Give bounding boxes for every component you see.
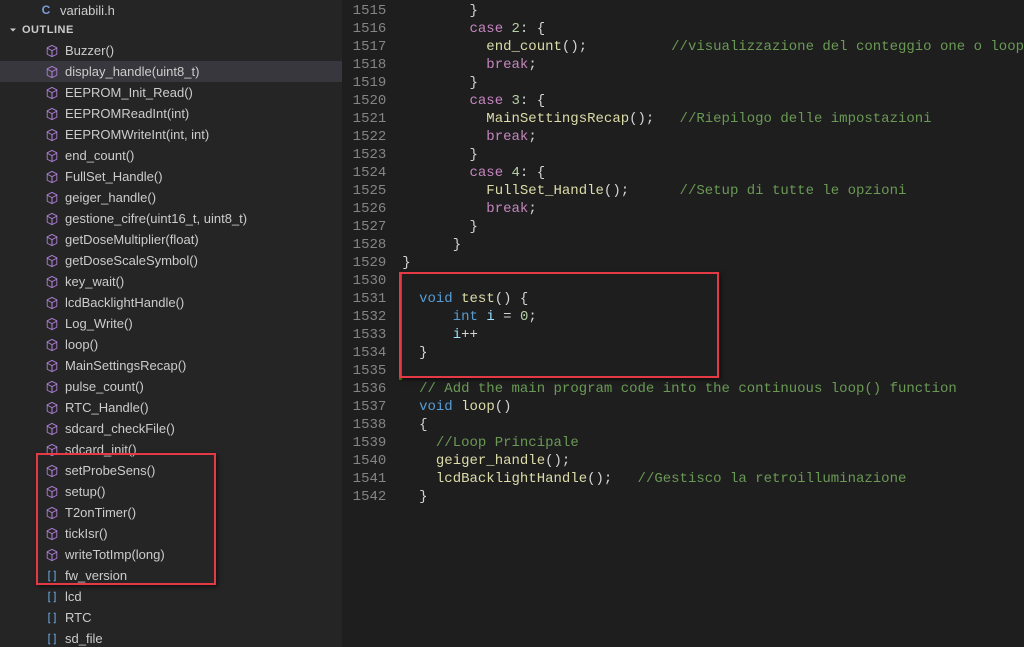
outline-label: sdcard_init(): [65, 442, 137, 457]
outline-label: loop(): [65, 337, 98, 352]
outline-item[interactable]: pulse_count(): [0, 376, 342, 397]
method-icon: [44, 316, 60, 332]
outline-item[interactable]: setup(): [0, 481, 342, 502]
field-icon: [44, 568, 60, 584]
outline-label: Log_Write(): [65, 316, 133, 331]
outline-item[interactable]: getDoseScaleSymbol(): [0, 250, 342, 271]
method-icon: [44, 232, 60, 248]
method-icon: [44, 295, 60, 311]
outline-label: setup(): [65, 484, 105, 499]
outline-item[interactable]: RTC_Handle(): [0, 397, 342, 418]
outline-item[interactable]: getDoseMultiplier(float): [0, 229, 342, 250]
method-icon: [44, 421, 60, 437]
method-icon: [44, 106, 60, 122]
outline-label: T2onTimer(): [65, 505, 136, 520]
outline-list: Buzzer() display_handle(uint8_t) EEPROM_In…: [0, 40, 342, 647]
outline-item[interactable]: fw_version: [0, 565, 342, 586]
outline-label: gestione_cifre(uint16_t, uint8_t): [65, 211, 247, 226]
outline-item[interactable]: FullSet_Handle(): [0, 166, 342, 187]
outline-label: lcd: [65, 589, 82, 604]
outline-label: key_wait(): [65, 274, 124, 289]
outline-label: EEPROMWriteInt(int, int): [65, 127, 209, 142]
file-name: variabili.h: [60, 3, 115, 18]
outline-label: writeTotImp(long): [65, 547, 165, 562]
method-icon: [44, 64, 60, 80]
outline-label: lcdBacklightHandle(): [65, 295, 184, 310]
c-file-icon: C: [38, 2, 54, 18]
outline-label: RTC_Handle(): [65, 400, 149, 415]
method-icon: [44, 43, 60, 59]
method-icon: [44, 148, 60, 164]
outline-label: FullSet_Handle(): [65, 169, 163, 184]
method-icon: [44, 547, 60, 563]
outline-item[interactable]: lcd: [0, 586, 342, 607]
outline-item[interactable]: lcdBacklightHandle(): [0, 292, 342, 313]
outline-item[interactable]: Log_Write(): [0, 313, 342, 334]
outline-item[interactable]: EEPROMReadInt(int): [0, 103, 342, 124]
outline-item[interactable]: T2onTimer(): [0, 502, 342, 523]
method-icon: [44, 526, 60, 542]
method-icon: [44, 358, 60, 374]
outline-header[interactable]: OUTLINE: [0, 20, 342, 40]
outline-label: Buzzer(): [65, 43, 114, 58]
method-icon: [44, 379, 60, 395]
outline-label: getDoseScaleSymbol(): [65, 253, 198, 268]
outline-label: MainSettingsRecap(): [65, 358, 186, 373]
outline-label: RTC: [65, 610, 91, 625]
outline-label: EEPROM_Init_Read(): [65, 85, 193, 100]
chevron-down-icon: [6, 23, 20, 37]
outline-item[interactable]: sd_file: [0, 628, 342, 647]
outline-label: tickIsr(): [65, 526, 108, 541]
outline-label: sd_file: [65, 631, 103, 646]
method-icon: [44, 190, 60, 206]
outline-item[interactable]: sdcard_checkFile(): [0, 418, 342, 439]
outline-label: fw_version: [65, 568, 127, 583]
method-icon: [44, 484, 60, 500]
method-icon: [44, 442, 60, 458]
outline-label: end_count(): [65, 148, 134, 163]
field-icon: [44, 589, 60, 605]
method-icon: [44, 211, 60, 227]
outline-item[interactable]: EEPROM_Init_Read(): [0, 82, 342, 103]
outline-item[interactable]: geiger_handle(): [0, 187, 342, 208]
field-icon: [44, 631, 60, 647]
outline-item[interactable]: setProbeSens(): [0, 460, 342, 481]
outline-item[interactable]: MainSettingsRecap(): [0, 355, 342, 376]
outline-item[interactable]: key_wait(): [0, 271, 342, 292]
method-icon: [44, 274, 60, 290]
method-icon: [44, 463, 60, 479]
field-icon: [44, 610, 60, 626]
outline-label: setProbeSens(): [65, 463, 155, 478]
outline-title: OUTLINE: [22, 24, 74, 36]
code-area[interactable]: } case 2: { end_count(); //visualizzazio…: [402, 0, 1024, 647]
method-icon: [44, 337, 60, 353]
outline-item[interactable]: Buzzer(): [0, 40, 342, 61]
method-icon: [44, 85, 60, 101]
outline-item[interactable]: loop(): [0, 334, 342, 355]
outline-item[interactable]: RTC: [0, 607, 342, 628]
method-icon: [44, 169, 60, 185]
method-icon: [44, 505, 60, 521]
outline-item[interactable]: writeTotImp(long): [0, 544, 342, 565]
outline-item[interactable]: display_handle(uint8_t): [0, 61, 342, 82]
method-icon: [44, 400, 60, 416]
file-item[interactable]: C variabili.h: [0, 0, 342, 20]
outline-label: pulse_count(): [65, 379, 144, 394]
outline-label: getDoseMultiplier(float): [65, 232, 199, 247]
sidebar: C variabili.h OUTLINE Buzzer() display_ha…: [0, 0, 342, 647]
outline-item[interactable]: tickIsr(): [0, 523, 342, 544]
outline-item[interactable]: end_count(): [0, 145, 342, 166]
method-icon: [44, 127, 60, 143]
outline-label: geiger_handle(): [65, 190, 156, 205]
outline-label: sdcard_checkFile(): [65, 421, 175, 436]
outline-label: display_handle(uint8_t): [65, 64, 199, 79]
outline-item[interactable]: gestione_cifre(uint16_t, uint8_t): [0, 208, 342, 229]
method-icon: [44, 253, 60, 269]
outline-item[interactable]: sdcard_init(): [0, 439, 342, 460]
editor[interactable]: 1515151615171518151915201521152215231524…: [342, 0, 1024, 647]
outline-item[interactable]: EEPROMWriteInt(int, int): [0, 124, 342, 145]
line-gutter: 1515151615171518151915201521152215231524…: [342, 0, 402, 647]
outline-label: EEPROMReadInt(int): [65, 106, 189, 121]
